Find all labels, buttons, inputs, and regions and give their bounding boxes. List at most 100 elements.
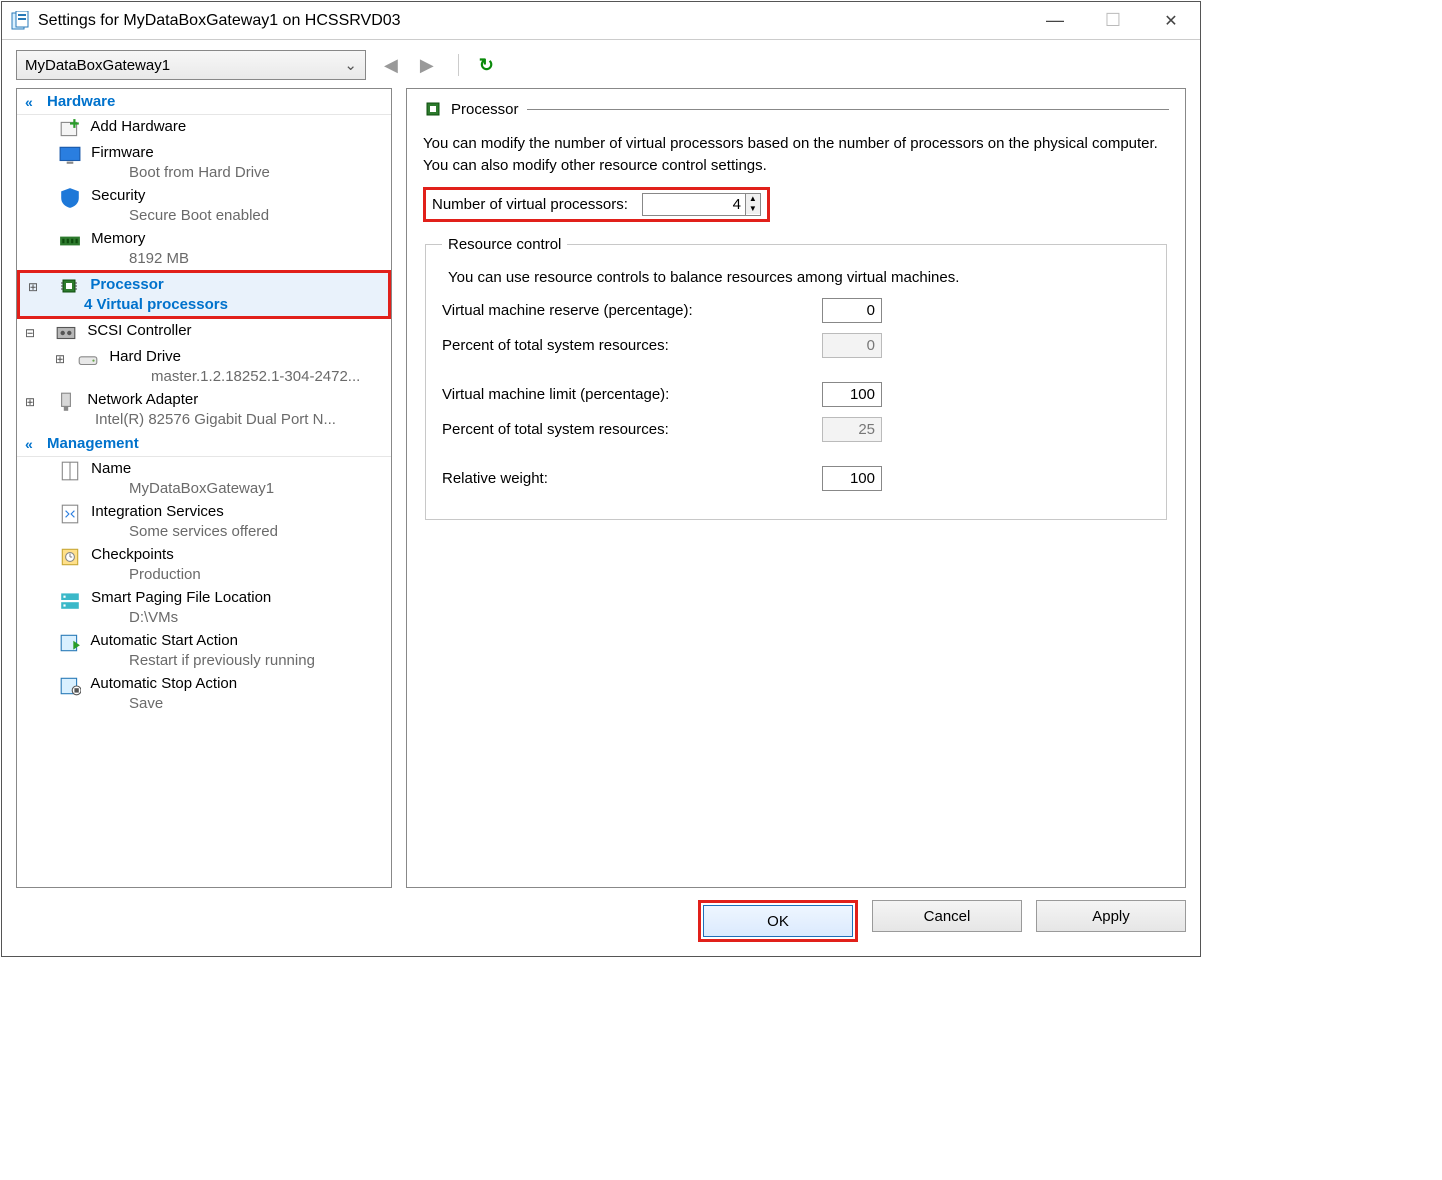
rc-weight-label: Relative weight: [442,470,822,487]
tree-item-integration[interactable]: Integration Services Some services offer… [17,500,391,543]
window-title: Settings for MyDataBoxGateway1 on HCSSRV… [38,12,1026,30]
tree-sublabel: Intel(R) 82576 Gigabit Dual Port N... [25,411,385,428]
collapse-icon: « [25,436,30,452]
tree-item-scsi[interactable]: ⊟ SCSI Controller [17,319,391,345]
rc-reserve-input[interactable] [822,298,882,323]
tree-item-smart-paging[interactable]: Smart Paging File Location D:\VMs [17,586,391,629]
rc-reserve-total-value [822,333,882,358]
tree-sublabel: Some services offered [59,523,385,540]
refresh-button[interactable]: ↻ [479,55,494,76]
auto-start-icon [59,632,81,652]
rc-limit-total-row: Percent of total system resources: [442,417,1150,442]
collapse-icon[interactable]: ⊟ [25,326,37,340]
tree-sublabel: Save [59,695,385,712]
tree-item-name[interactable]: Name MyDataBoxGateway1 [17,457,391,500]
tree-item-processor[interactable]: ⊞ Processor 4 Virtual processors [17,270,391,319]
nav-back-button[interactable]: ◀ [380,55,402,76]
vproc-spinner[interactable]: ▲ ▼ [642,193,761,216]
minimize-button[interactable]: — [1026,2,1084,40]
expand-icon[interactable]: ⊞ [55,352,67,366]
titlebar: Settings for MyDataBoxGateway1 on HCSSRV… [2,2,1200,40]
rc-reserve-label: Virtual machine reserve (percentage): [442,302,822,319]
expand-icon[interactable]: ⊞ [28,280,40,294]
tree-label: Memory [91,230,145,247]
dialog-buttons: OK Cancel Apply [2,900,1200,956]
cancel-button[interactable]: Cancel [872,900,1022,932]
shield-icon [59,187,81,207]
tree-item-add-hardware[interactable]: Add Hardware [17,115,391,141]
tree-label: Add Hardware [90,118,186,135]
vm-dropdown-value: MyDataBoxGateway1 [25,57,170,74]
expand-icon[interactable]: ⊞ [25,395,37,409]
resource-control-group: Resource control You can use resource co… [425,236,1167,521]
memory-icon [59,230,81,250]
tree-label: Automatic Stop Action [90,675,237,692]
tree-sublabel: Restart if previously running [59,652,385,669]
vproc-highlight: Number of virtual processors: ▲ ▼ [423,187,770,222]
processor-icon [423,99,443,119]
monitor-icon [59,144,81,164]
add-hardware-icon [59,118,81,138]
close-button[interactable]: ✕ [1142,2,1200,40]
tree-item-security[interactable]: Security Secure Boot enabled [17,184,391,227]
management-section-header[interactable]: « Management [17,431,391,457]
tree-item-auto-stop[interactable]: Automatic Stop Action Save [17,672,391,715]
rc-weight-input[interactable] [822,466,882,491]
spinner-up-button[interactable]: ▲ [746,194,760,204]
settings-tree: « Hardware Add Hardware Firmware Boot fr… [16,88,392,888]
hard-drive-icon [77,348,99,368]
vproc-input[interactable] [643,194,745,215]
tree-sublabel: 8192 MB [59,250,385,267]
nav-forward-button[interactable]: ▶ [416,55,438,76]
tree-label: Checkpoints [91,546,174,563]
app-icon [10,11,30,31]
rc-limit-row: Virtual machine limit (percentage): [442,382,1150,407]
resource-control-legend: Resource control [442,236,567,253]
tree-sublabel: D:\VMs [59,609,385,626]
ok-button[interactable]: OK [703,905,853,937]
hardware-section-header[interactable]: « Hardware [17,89,391,115]
section-label: Hardware [47,93,115,110]
panel-header: Processor [423,99,1169,119]
tree-label: SCSI Controller [87,322,191,339]
rc-limit-total-value [822,417,882,442]
vproc-label: Number of virtual processors: [432,196,628,213]
processor-icon [58,276,80,296]
tree-label: Name [91,460,131,477]
checkpoints-icon [59,546,81,566]
tree-item-network[interactable]: ⊞ Network Adapter Intel(R) 82576 Gigabit… [17,388,391,431]
collapse-icon: « [25,94,30,110]
tree-item-auto-start[interactable]: Automatic Start Action Restart if previo… [17,629,391,672]
tree-item-hard-drive[interactable]: ⊞ Hard Drive master.1.2.18252.1-304-2472… [17,345,391,388]
detail-panel: Processor You can modify the number of v… [406,88,1186,888]
tree-sublabel: Boot from Hard Drive [59,164,385,181]
tree-label: Automatic Start Action [90,632,238,649]
tree-item-firmware[interactable]: Firmware Boot from Hard Drive [17,141,391,184]
spinner-buttons: ▲ ▼ [745,194,760,215]
tree-sublabel: Secure Boot enabled [59,207,385,224]
scsi-icon [55,322,77,342]
tree-item-checkpoints[interactable]: Checkpoints Production [17,543,391,586]
rc-limit-input[interactable] [822,382,882,407]
tree-sublabel: 4 Virtual processors [28,296,382,313]
window-controls: — ☐ ✕ [1026,2,1200,40]
rc-reserve-total-label: Percent of total system resources: [442,337,822,354]
smart-paging-icon [59,589,81,609]
toolbar: MyDataBoxGateway1 ⌄ ◀ ▶ ↻ [2,40,1200,88]
chevron-down-icon: ⌄ [344,56,357,74]
tree-sublabel: master.1.2.18252.1-304-2472... [55,368,385,385]
spinner-down-button[interactable]: ▼ [746,204,760,214]
panel-description: You can modify the number of virtual pro… [423,133,1169,177]
tree-label: Security [91,187,145,204]
network-adapter-icon [55,391,77,411]
rc-reserve-row: Virtual machine reserve (percentage): [442,298,1150,323]
header-divider [527,109,1169,110]
vm-dropdown[interactable]: MyDataBoxGateway1 ⌄ [16,50,366,80]
apply-button[interactable]: Apply [1036,900,1186,932]
tree-item-memory[interactable]: Memory 8192 MB [17,227,391,270]
integration-icon [59,503,81,523]
maximize-button: ☐ [1084,2,1142,40]
settings-window: Settings for MyDataBoxGateway1 on HCSSRV… [1,1,1201,957]
rc-weight-row: Relative weight: [442,466,1150,491]
tree-label: Smart Paging File Location [91,589,271,606]
